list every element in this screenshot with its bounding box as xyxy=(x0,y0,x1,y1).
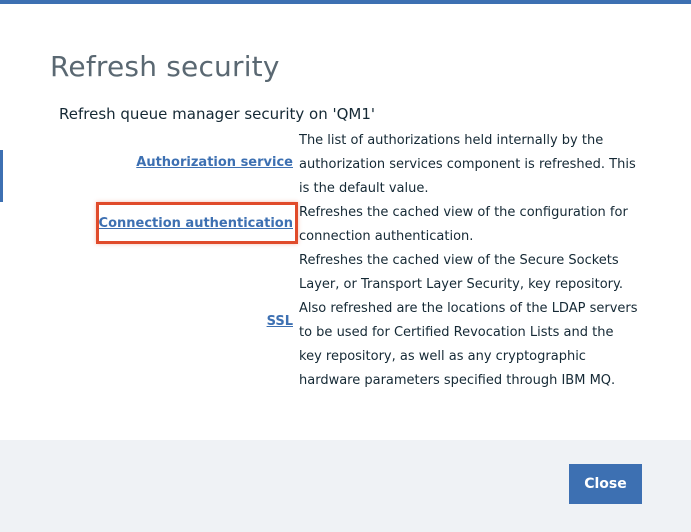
close-button[interactable]: Close xyxy=(569,464,642,504)
authorization-service-link[interactable]: Authorization service xyxy=(136,155,293,170)
authorization-service-description: The list of authorizations held internal… xyxy=(299,133,636,196)
connection-authentication-description: Refreshes the cached view of the configu… xyxy=(299,205,628,244)
highlight-box xyxy=(96,202,298,244)
ssl-description: Refreshes the cached view of the Secure … xyxy=(299,253,638,388)
dialog-title: Refresh security xyxy=(50,50,280,83)
dialog-subtitle: Refresh queue manager security on 'QM1' xyxy=(59,105,376,123)
left-edge-indicator xyxy=(0,150,3,202)
top-accent-bar xyxy=(0,0,691,4)
ssl-link[interactable]: SSL xyxy=(267,314,293,329)
